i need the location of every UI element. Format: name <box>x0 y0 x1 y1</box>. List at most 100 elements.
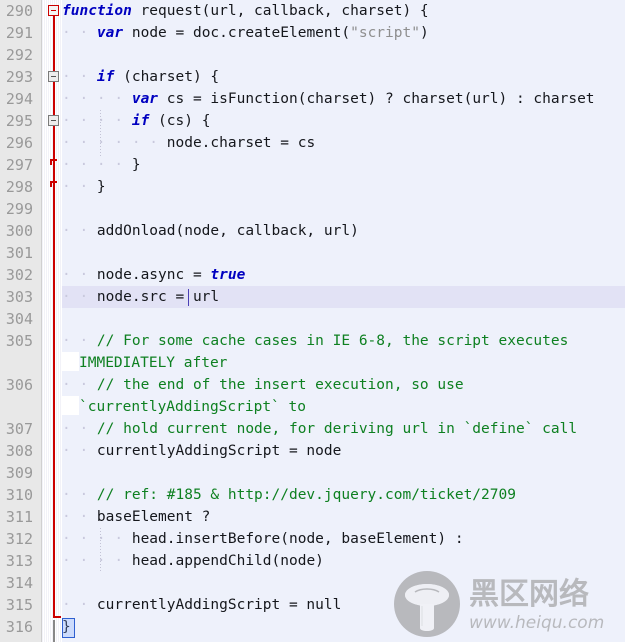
line-number-307: 307 <box>5 420 33 438</box>
code-line-306-wrap[interactable]: `currentlyAddingScript` to <box>62 396 625 418</box>
token-text: (charset) { <box>114 69 220 85</box>
code-line-294[interactable]: · · · · var cs = isFunction(charset) ? c… <box>62 88 625 110</box>
code-line-310[interactable]: · · // ref: #185 & http://dev.jquery.com… <box>62 484 625 506</box>
whitespace-dots: · · <box>62 333 97 349</box>
indent-guide <box>100 110 101 158</box>
code-line-312[interactable]: · · · · head.insertBefore(node, baseElem… <box>62 528 625 550</box>
line-number-296: 296 <box>5 134 33 152</box>
wrap-indent-block <box>62 352 79 371</box>
code-line-290[interactable]: function request(url, callback, charset)… <box>62 0 625 22</box>
line-number-299: 299 <box>5 200 33 218</box>
code-line-304[interactable] <box>62 308 625 330</box>
whitespace-dots: · · <box>62 509 97 525</box>
line-number-310: 310 <box>5 486 33 504</box>
token-text: } <box>96 179 106 195</box>
whitespace-dots: · · <box>62 289 97 305</box>
line-number-315: 315 <box>5 596 33 614</box>
code-line-306[interactable]: · · // the end of the insert execution, … <box>62 374 625 396</box>
code-line-302[interactable]: · · node.async = true <box>62 264 625 286</box>
whitespace-dots: · · · · <box>62 531 132 547</box>
code-line-300[interactable]: · · addOnload(node, callback, url) <box>62 220 625 242</box>
code-editor[interactable]: 290 291 292 293 294 295 296 297 298 299 … <box>0 0 625 642</box>
code-line-292[interactable] <box>62 44 625 66</box>
line-number-304: 304 <box>5 310 33 328</box>
token-text: ) <box>419 25 429 41</box>
token-keyword: true <box>210 267 246 283</box>
token-text: node.async = <box>96 267 211 283</box>
code-line-314[interactable] <box>62 572 625 594</box>
code-line-307[interactable]: · · // hold current node, for deriving u… <box>62 418 625 440</box>
text-caret <box>188 289 189 306</box>
code-line-295[interactable]: · · · · if (cs) { <box>62 110 625 132</box>
whitespace-dots: · · <box>62 25 97 41</box>
code-line-291[interactable]: · · var node = doc.createElement("script… <box>62 22 625 44</box>
whitespace-dots: · · <box>62 421 97 437</box>
line-number-311: 311 <box>5 508 33 526</box>
indent-guide <box>100 528 101 572</box>
token-text: currentlyAddingScript = node <box>96 443 342 459</box>
token-comment: // For some cache cases in IE 6-8, the s… <box>96 333 569 349</box>
whitespace-dots: · · <box>62 487 97 503</box>
token-text: request(url, callback, charset) { <box>131 3 429 19</box>
line-number-314: 314 <box>5 574 33 592</box>
code-line-315[interactable]: · · currentlyAddingScript = null <box>62 594 625 616</box>
whitespace-dots: · · <box>62 443 97 459</box>
token-keyword: if <box>131 113 150 129</box>
line-number-295: 295 <box>5 112 33 130</box>
line-number-291: 291 <box>5 24 33 42</box>
token-text: } <box>131 157 141 173</box>
token-text: baseElement ? <box>96 509 211 525</box>
token-string: "script" <box>350 25 420 41</box>
code-line-309[interactable] <box>62 462 625 484</box>
token-text: cs = isFunction(charset) ? charset(url) … <box>158 91 595 107</box>
token-text: node.charset = cs <box>166 135 316 151</box>
code-line-308[interactable]: · · currentlyAddingScript = node <box>62 440 625 462</box>
code-fold-line <box>53 6 55 616</box>
line-number-302: 302 <box>5 266 33 284</box>
token-text: head.appendChild(node) <box>131 553 324 569</box>
code-fold-line-end <box>53 616 61 618</box>
whitespace-dots: · · · · <box>62 553 132 569</box>
code-line-305-wrap[interactable]: IMMEDIATELY after <box>62 352 625 374</box>
line-number-297: 297 <box>5 156 33 174</box>
code-line-298[interactable]: · · } <box>62 176 625 198</box>
code-line-299[interactable] <box>62 198 625 220</box>
code-line-316[interactable]: } <box>62 616 625 638</box>
token-comment: IMMEDIATELY after <box>79 355 228 371</box>
fold-toggle-295[interactable] <box>48 115 59 126</box>
fold-toggle-290[interactable] <box>48 5 59 16</box>
line-number-312: 312 <box>5 530 33 548</box>
line-number-308: 308 <box>5 442 33 460</box>
whitespace-dots: · · <box>62 179 97 195</box>
token-keyword: var <box>96 25 124 41</box>
fold-end-297 <box>50 159 57 165</box>
code-line-297[interactable]: · · · · } <box>62 154 625 176</box>
code-content[interactable]: function request(url, callback, charset)… <box>62 0 625 642</box>
whitespace-dots: · · · · <box>62 91 132 107</box>
whitespace-dots: · · <box>62 267 97 283</box>
code-line-303[interactable]: · · node.src = url <box>62 286 625 308</box>
whitespace-dots: · · <box>62 69 97 85</box>
bracket-match-highlight <box>62 618 75 638</box>
fold-toggle-293[interactable] <box>48 71 59 82</box>
code-line-305[interactable]: · · // For some cache cases in IE 6-8, t… <box>62 330 625 352</box>
line-number-306: 306 <box>5 376 33 394</box>
code-line-311[interactable]: · · baseElement ? <box>62 506 625 528</box>
wrap-indent-block <box>62 396 79 415</box>
code-line-296[interactable]: · · · · · · node.charset = cs <box>62 132 625 154</box>
line-number-298: 298 <box>5 178 33 196</box>
line-number-300: 300 <box>5 222 33 240</box>
line-number-290: 290 <box>5 2 33 20</box>
token-comment: `currentlyAddingScript` to <box>79 399 306 415</box>
gutter-divider <box>41 0 42 642</box>
line-number-313: 313 <box>5 552 33 570</box>
code-line-301[interactable] <box>62 242 625 264</box>
code-line-293[interactable]: · · if (charset) { <box>62 66 625 88</box>
whitespace-dots: · · <box>62 597 97 613</box>
fold-strip[interactable] <box>42 0 62 642</box>
token-text: node.src = url <box>96 289 220 305</box>
line-number-294: 294 <box>5 90 33 108</box>
code-line-313[interactable]: · · · · head.appendChild(node) <box>62 550 625 572</box>
whitespace-dots: · · · · <box>62 157 132 173</box>
token-text: head.insertBefore(node, baseElement) : <box>131 531 464 547</box>
